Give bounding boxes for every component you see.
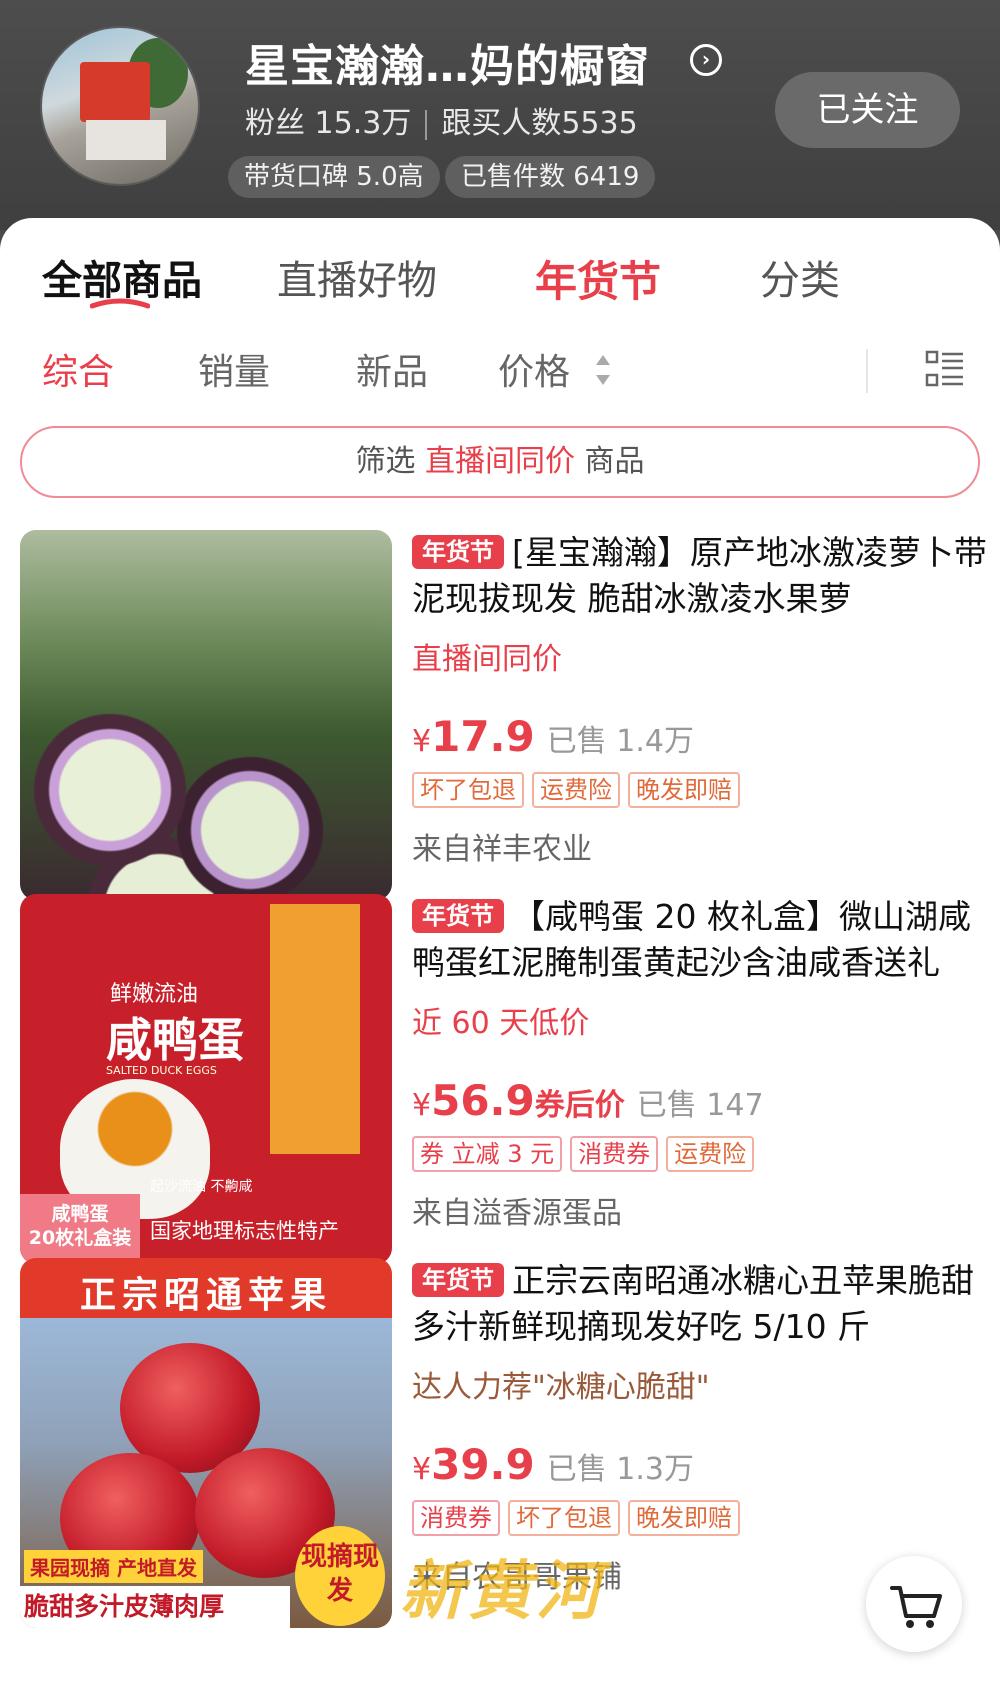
buyers-count: 跟买人数5535 (441, 106, 638, 141)
price-suffix: 券后价 (534, 1088, 625, 1123)
shopping-cart-icon (890, 1586, 942, 1628)
coupon-badge[interactable]: 券 立减 3 元 (412, 1136, 563, 1172)
tab-category[interactable]: 分类 (760, 248, 840, 306)
badge: 晚发即赔 (628, 772, 740, 808)
sold-count-pill[interactable]: 已售件数 6419 (445, 156, 656, 198)
product-title[interactable]: 年货节 [星宝瀚瀚】原产地冰激凌萝卜带泥现拔现发 脆甜冰激凌水果萝 (412, 530, 987, 622)
badge: 运费险 (532, 772, 620, 808)
stats-divider (425, 109, 428, 140)
sold-count: 已售 1.3万 (546, 1452, 694, 1487)
sort-bar: 综合 销量 新品 价格 (0, 343, 1000, 403)
price-row: ¥56.9券后价 已售 147 (412, 1076, 987, 1126)
shop-stats: 粉丝 15.3万 跟买人数5535 (245, 98, 638, 142)
product-subtitle: 达人力荐"冰糖心脆甜" (412, 1370, 710, 1405)
currency-symbol: ¥ (412, 724, 432, 759)
badge: 坏了包退 (508, 1500, 620, 1536)
tab-live-goods[interactable]: 直播好物 (277, 248, 437, 306)
box-handle-shape (270, 904, 360, 1154)
price-row: ¥17.9 已售 1.4万 (412, 712, 987, 762)
product-price: 56.9 (431, 1076, 535, 1125)
tab-new-year-festival[interactable]: 年货节 (535, 248, 661, 309)
thumb-box-label: 咸鸭蛋 20枚礼盒装 (20, 1194, 140, 1264)
product-title[interactable]: 年货节 正宗云南昭通冰糖心丑苹果脆甜多汁新鲜现摘现发好吃 5/10 斤 (412, 1258, 987, 1350)
currency-symbol: ¥ (412, 1452, 432, 1487)
cart-button[interactable] (866, 1556, 962, 1652)
thumb-product-name: 咸鸭蛋 (106, 1013, 244, 1067)
festival-tag: 年货节 (412, 1263, 504, 1297)
product-price: 39.9 (431, 1440, 535, 1489)
filter-prefix: 筛选 (355, 444, 425, 479)
product-price: 17.9 (431, 712, 535, 761)
thumb-small-text: 起沙流油 不齁咸 (150, 1179, 253, 1195)
sold-count: 已售 147 (636, 1088, 764, 1123)
category-tabs: 全部商品 直播好物 年货节 分类 (0, 248, 1000, 318)
sort-price[interactable]: 价格 (498, 343, 570, 395)
filter-live-price-button[interactable]: 筛选 直播间同价 商品 (20, 426, 980, 498)
thumb-english: SALTED DUCK EGGS (106, 1064, 217, 1077)
thumb-bottom-text: 脆甜多汁皮薄肉厚 (20, 1586, 290, 1628)
list-view-icon[interactable] (925, 349, 965, 389)
badge: 晚发即赔 (628, 1500, 740, 1536)
service-badges: 消费券 坏了包退 晚发即赔 (412, 1500, 987, 1542)
product-card[interactable]: 鲜嫩流油 咸鸭蛋 SALTED DUCK EGGS 起沙流油 不齁咸 咸鸭蛋 2… (0, 894, 1000, 1264)
store-name[interactable]: 来自溢香源蛋品 (412, 1188, 987, 1232)
follow-button[interactable]: 已关注 (775, 72, 960, 148)
chevron-right-icon[interactable]: › (690, 44, 722, 76)
shop-header: 星宝瀚瀚…妈的橱窗 › 粉丝 15.3万 跟买人数5535 带货口碑 5.0高 已… (0, 0, 1000, 230)
sort-new[interactable]: 新品 (356, 343, 428, 395)
badge: 消费券 (412, 1500, 500, 1536)
watermark-logo: 新黄河 (400, 1555, 604, 1629)
thumb-corner-badge: 现摘现发 (295, 1526, 385, 1626)
product-image-apples[interactable]: 正宗昭通苹果 果园现摘 产地直发 脆甜多汁皮薄肉厚 现摘现发 (20, 1258, 392, 1628)
avatar-stall-shape (80, 62, 150, 122)
product-info: 年货节 [星宝瀚瀚】原产地冰激凌萝卜带泥现拔现发 脆甜冰激凌水果萝 直播间同价 ¥… (412, 530, 987, 868)
sold-count: 已售 1.4万 (546, 724, 694, 759)
service-badges: 坏了包退 运费险 晚发即赔 (412, 772, 987, 814)
sort-sales[interactable]: 销量 (198, 343, 270, 395)
filter-suffix: 商品 (575, 444, 645, 479)
product-subtitle: 近 60 天低价 (412, 1006, 590, 1041)
avatar-stall-base-shape (86, 120, 166, 160)
thumb-left-tag: 果园现摘 产地直发 (24, 1550, 203, 1583)
product-sheet: 全部商品 直播好物 年货节 分类 综合 销量 新品 价格 筛选 直播间同价 商品 (0, 218, 1000, 1694)
shop-name[interactable]: 星宝瀚瀚…妈的橱窗 (245, 30, 650, 94)
followers-count: 粉丝 15.3万 (245, 106, 412, 141)
product-subtitle: 直播间同价 (412, 642, 562, 677)
store-name[interactable]: 来自祥丰农业 (412, 824, 987, 868)
shop-avatar[interactable] (40, 26, 200, 186)
badge: 坏了包退 (412, 772, 524, 808)
product-image-duck-eggs[interactable]: 鲜嫩流油 咸鸭蛋 SALTED DUCK EGGS 起沙流油 不齁咸 咸鸭蛋 2… (20, 894, 392, 1264)
filter-highlight: 直播间同价 (425, 444, 575, 479)
sort-comprehensive[interactable]: 综合 (42, 343, 114, 395)
rating-pill[interactable]: 带货口碑 5.0高 (228, 156, 440, 198)
sort-divider (866, 349, 868, 393)
badge: 消费券 (570, 1136, 659, 1172)
thumb-bottom-text: 国家地理标志性特产 (150, 1219, 339, 1243)
tab-active-underline (90, 298, 150, 309)
product-card[interactable]: 年货节 [星宝瀚瀚】原产地冰激凌萝卜带泥现拔现发 脆甜冰激凌水果萝 直播间同价 ¥… (0, 530, 1000, 900)
currency-symbol: ¥ (412, 1088, 432, 1123)
badge: 运费险 (666, 1136, 755, 1172)
sort-arrows-icon[interactable] (594, 353, 612, 387)
product-image-radish[interactable] (20, 530, 392, 900)
service-badges: 券 立减 3 元消费券 运费险 (412, 1136, 987, 1178)
festival-tag: 年货节 (412, 535, 504, 569)
product-title[interactable]: 年货节 【咸鸭蛋 20 枚礼盒】微山湖咸鸭蛋红泥腌制蛋黄起沙含油咸香送礼 (412, 894, 987, 986)
product-info: 年货节 【咸鸭蛋 20 枚礼盒】微山湖咸鸭蛋红泥腌制蛋黄起沙含油咸香送礼 近 60… (412, 894, 987, 1232)
thumb-banner: 正宗昭通苹果 (79, 1275, 332, 1316)
price-row: ¥39.9 已售 1.3万 (412, 1440, 987, 1490)
festival-tag: 年货节 (412, 899, 504, 933)
